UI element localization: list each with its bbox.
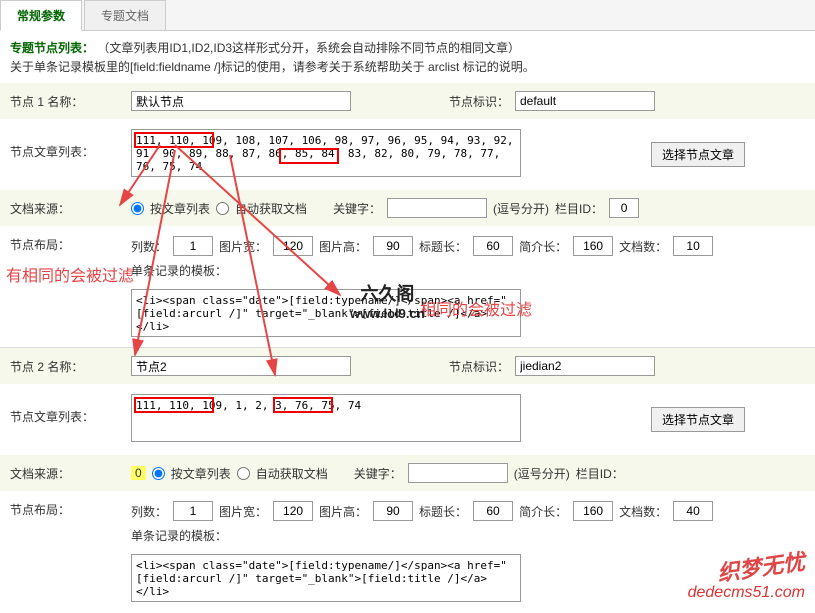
titlelen-label2: 标题长： [419, 503, 467, 520]
node1-radio-auto[interactable] [216, 202, 229, 215]
tabs: 常规参数 专题文档 [0, 0, 815, 31]
node2-list-row: 节点文章列表： 选择节点文章 [0, 384, 815, 455]
infolen-label2: 简介长： [519, 503, 567, 520]
node2-tpl-label: 单条记录的模板： [131, 527, 805, 544]
node2-imgw[interactable] [273, 501, 313, 521]
node2-list-label: 节点文章列表： [10, 394, 125, 425]
radio-auto-label: 自动获取文档 [235, 200, 307, 217]
node2-infolen[interactable] [573, 501, 613, 521]
node2-radio-auto[interactable] [237, 467, 250, 480]
node1-select-btn[interactable]: 选择节点文章 [651, 142, 745, 167]
node1-layout-label: 节点布局： [10, 236, 125, 253]
node2-titlelen[interactable] [473, 501, 513, 521]
node2-name-label: 节点 2 名称： [10, 358, 125, 375]
node2-colid-hl: 0 [131, 466, 146, 480]
node2-source-row: 文档来源： 0 按文章列表 自动获取文档 关键字： (逗号分开) 栏目ID： [0, 455, 815, 491]
node1-tpl-label: 单条记录的模板： [131, 262, 805, 279]
imgw-label2: 图片宽： [219, 503, 267, 520]
node1-name-label: 节点 1 名称： [10, 93, 125, 110]
tab-common-params[interactable]: 常规参数 [0, 0, 82, 31]
keyword-label2: 关键字： [354, 465, 402, 482]
node2-ids-input[interactable] [131, 394, 521, 442]
node1-source-row: 文档来源： 按文章列表 自动获取文档 关键字： (逗号分开) 栏目ID： [0, 190, 815, 226]
node2-imgh[interactable] [373, 501, 413, 521]
colid-label2: 栏目ID： [576, 465, 624, 482]
node2-select-btn[interactable]: 选择节点文章 [651, 407, 745, 432]
node1-flag-input[interactable] [515, 91, 655, 111]
radio-list-label: 按文章列表 [150, 200, 210, 217]
node2-source-label: 文档来源： [10, 465, 125, 482]
node1-layout-row: 节点布局： 列数： 图片宽： 图片高： 标题长： 简介长： 文档数： 单条记录的… [0, 226, 815, 347]
cols-label: 列数： [131, 238, 167, 255]
node1-titlelen[interactable] [473, 236, 513, 256]
node1-colid-input[interactable] [609, 198, 639, 218]
imgh-label2: 图片高： [319, 503, 367, 520]
node1-ids-input[interactable] [131, 129, 521, 177]
node2-keyword-input[interactable] [408, 463, 508, 483]
tab-topic-docs[interactable]: 专题文档 [84, 0, 166, 30]
node1-name-row: 节点 1 名称： 节点标识： [0, 83, 815, 119]
node2-flag-input[interactable] [515, 356, 655, 376]
node2-flag-label: 节点标识： [449, 358, 509, 375]
colid-label: 栏目ID： [555, 200, 603, 217]
node2-cols[interactable] [173, 501, 213, 521]
titlelen-label: 标题长： [419, 238, 467, 255]
docnum-label2: 文档数： [619, 503, 667, 520]
cols-label2: 列数： [131, 503, 167, 520]
header-desc: （文章列表用ID1,ID2,ID3这样形式分开，系统会自动排除不同节点的相同文章… [97, 41, 520, 55]
node2-layout-row: 节点布局： 列数： 图片宽： 图片高： 标题长： 简介长： 文档数： 单条记录的… [0, 491, 815, 612]
node2-docnum[interactable] [673, 501, 713, 521]
docnum-label: 文档数： [619, 238, 667, 255]
radio-auto-label2: 自动获取文档 [256, 465, 328, 482]
node1-keyword-input[interactable] [387, 198, 487, 218]
node1-infolen[interactable] [573, 236, 613, 256]
comma-label2: (逗号分开) [514, 465, 570, 482]
header-title: 专题节点列表： [10, 41, 94, 55]
node1-imgh[interactable] [373, 236, 413, 256]
node1-list-row: 节点文章列表： 选择节点文章 [0, 119, 815, 190]
header-sub: 关于单条记录模板里的[field:fieldname /]标记的使用，请参考关于… [10, 58, 805, 75]
node1-imgw[interactable] [273, 236, 313, 256]
node2-name-row: 节点 2 名称： 节点标识： [0, 348, 815, 384]
node1-tpl-input[interactable] [131, 289, 521, 337]
imgw-label: 图片宽： [219, 238, 267, 255]
node1-source-label: 文档来源： [10, 200, 125, 217]
node1-flag-label: 节点标识： [449, 93, 509, 110]
imgh-label: 图片高： [319, 238, 367, 255]
node1-name-input[interactable] [131, 91, 351, 111]
node1-list-label: 节点文章列表： [10, 129, 125, 160]
node1-cols[interactable] [173, 236, 213, 256]
node1-radio-list[interactable] [131, 202, 144, 215]
comma-label: (逗号分开) [493, 200, 549, 217]
header-section: 专题节点列表： （文章列表用ID1,ID2,ID3这样形式分开，系统会自动排除不… [0, 31, 815, 83]
infolen-label: 简介长： [519, 238, 567, 255]
node1-docnum[interactable] [673, 236, 713, 256]
radio-list-label2: 按文章列表 [171, 465, 231, 482]
node2-layout-label: 节点布局： [10, 501, 125, 518]
node2-tpl-input[interactable] [131, 554, 521, 602]
keyword-label: 关键字： [333, 200, 381, 217]
node2-name-input[interactable] [131, 356, 351, 376]
node2-radio-list[interactable] [152, 467, 165, 480]
